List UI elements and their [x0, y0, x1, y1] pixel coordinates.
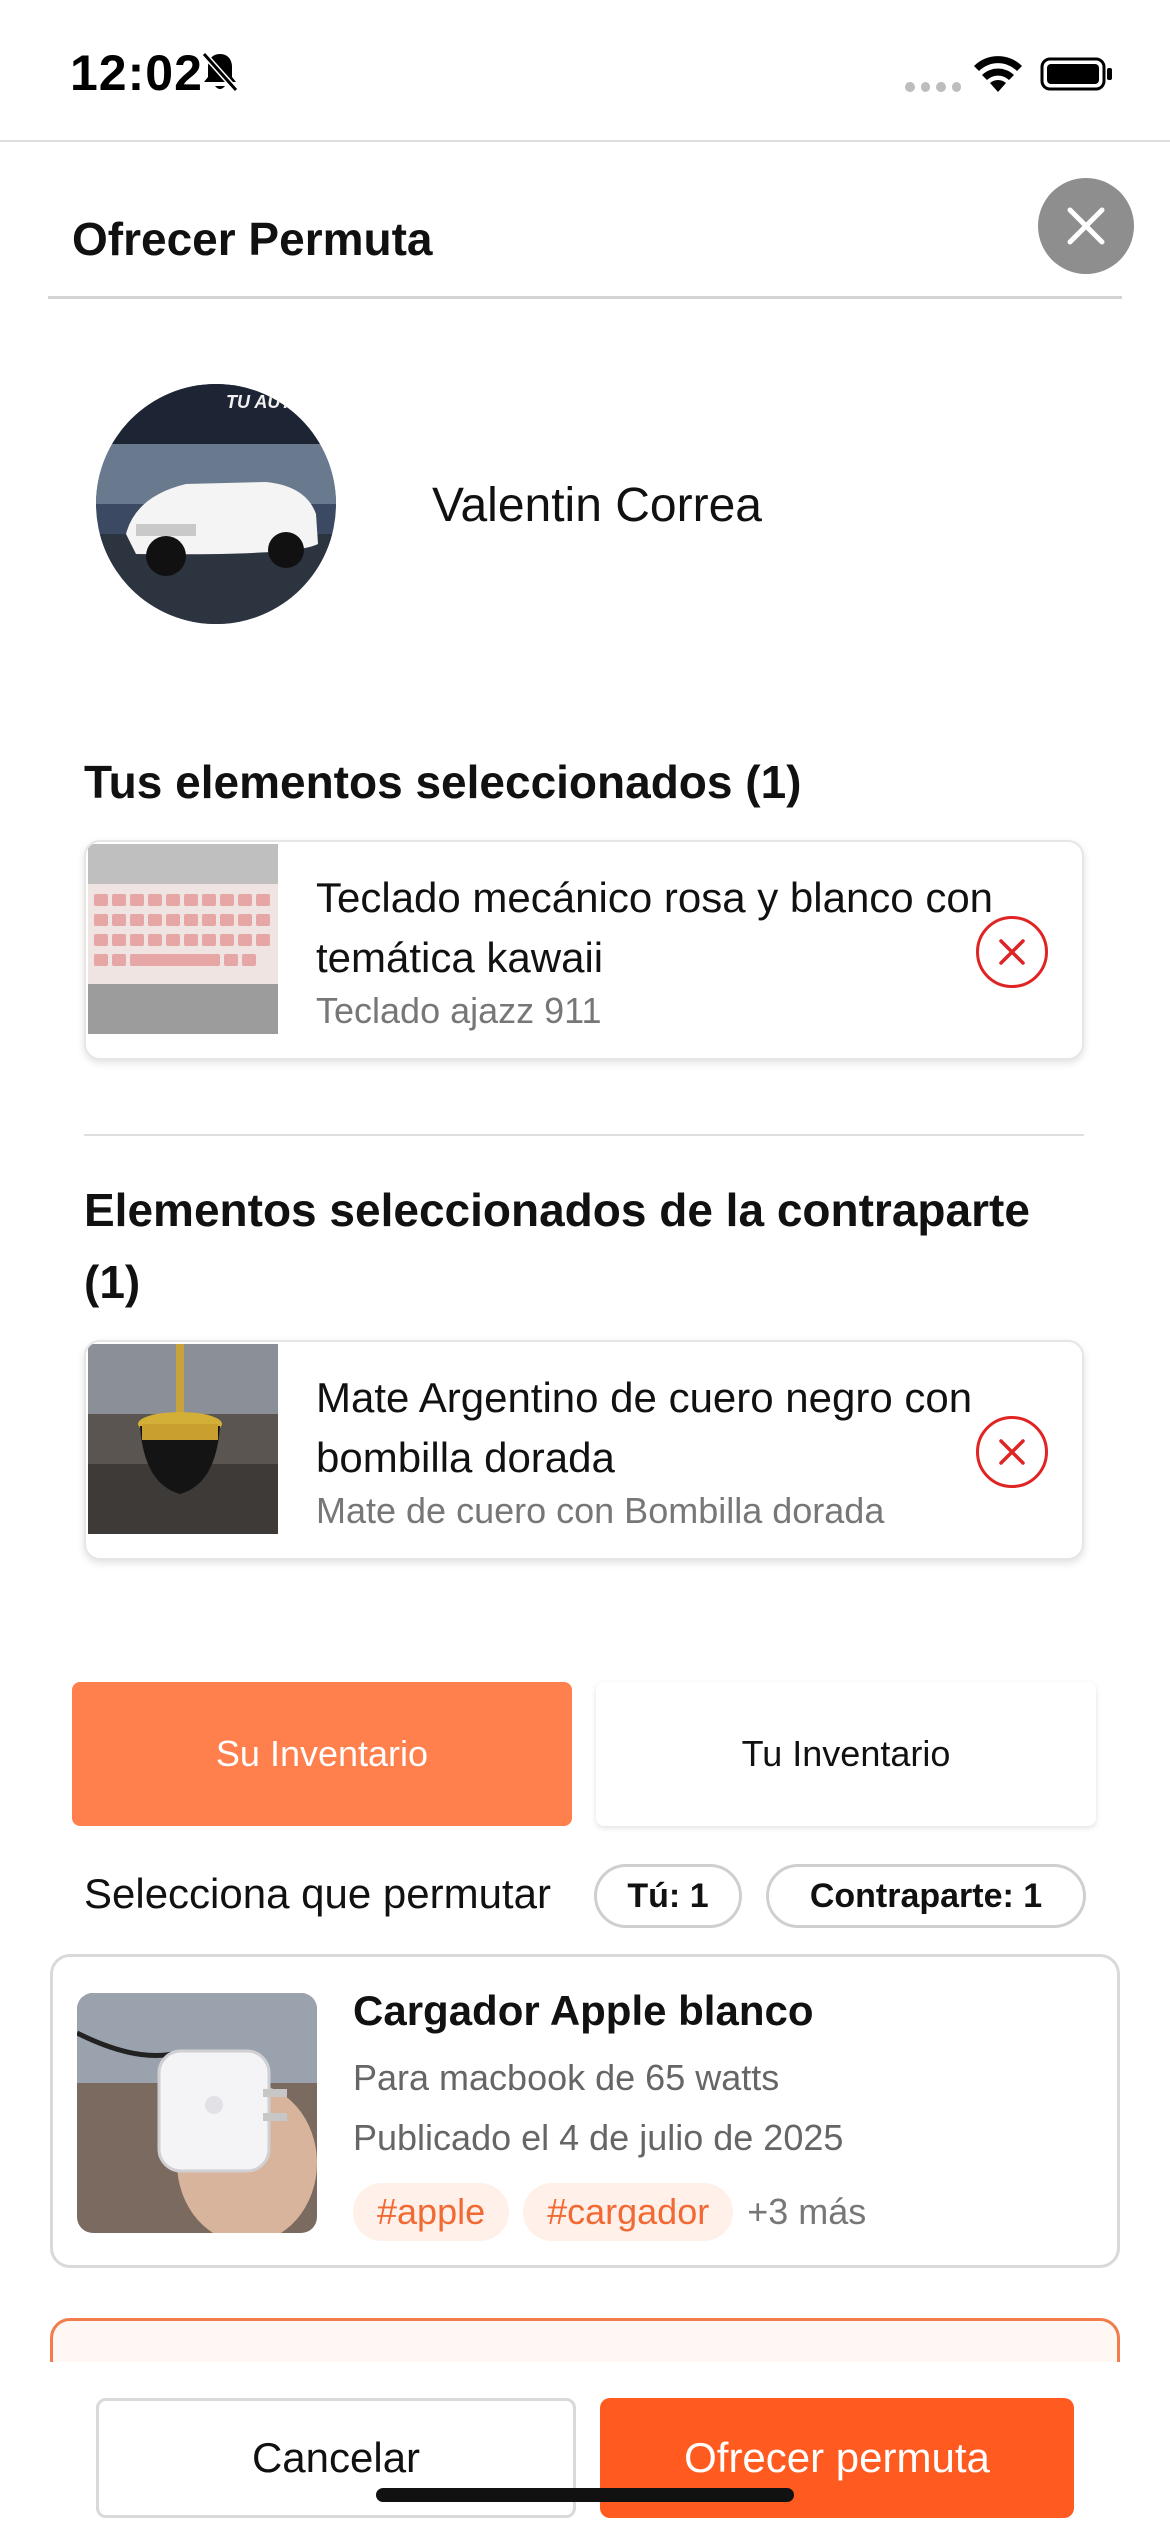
tab-their-inventory[interactable]: Su Inventario — [72, 1682, 572, 1826]
inventory-item-tags: #apple #cargador +3 más — [353, 2183, 866, 2241]
selected-item-title: Mate Argentino de cuero negro con bombil… — [316, 1374, 973, 1481]
close-button[interactable] — [1038, 178, 1134, 274]
bell-muted-icon — [201, 52, 239, 92]
charger-image — [77, 1993, 317, 2233]
avatar: TU AUTO — [96, 384, 336, 624]
battery-icon — [1040, 57, 1112, 91]
remove-item-button[interactable] — [976, 916, 1048, 988]
header-divider — [48, 296, 1122, 299]
inventory-item-card[interactable]: Cargador Apple blanco Para macbook de 65… — [50, 1954, 1120, 2268]
close-icon — [1067, 207, 1105, 245]
inventory-item-description: Para macbook de 65 watts — [353, 2057, 780, 2098]
selected-item-card[interactable]: Teclado mecánico rosa y blanco con temát… — [84, 840, 1084, 1060]
tags-more-label: +3 más — [747, 2191, 867, 2232]
inventory-item-title: Cargador Apple blanco — [353, 1987, 814, 2034]
close-circle-icon — [999, 1439, 1025, 1465]
remove-item-button[interactable] — [976, 1416, 1048, 1488]
keyboard-image — [88, 844, 278, 1034]
status-time: 12:02 — [70, 45, 203, 101]
counterpart-selected-title: Elementos seleccionados de la contrapart… — [84, 1184, 1030, 1308]
you-count-badge: Tú: 1 — [594, 1864, 742, 1928]
my-selected-title: Tus elementos seleccionados (1) — [84, 756, 802, 808]
counterpart-count-badge: Contraparte: 1 — [766, 1864, 1086, 1928]
selected-item-card[interactable]: Mate Argentino de cuero negro con bombil… — [84, 1340, 1084, 1560]
status-bar: 12:02 — [0, 0, 1170, 140]
selected-item-subtitle: Mate de cuero con Bombilla dorada — [316, 1490, 885, 1531]
inventory-item-date: Publicado el 4 de julio de 2025 — [353, 2117, 844, 2158]
profile-name: Valentin Correa — [432, 479, 762, 532]
status-divider — [0, 140, 1170, 142]
home-indicator[interactable] — [376, 2488, 794, 2502]
selected-item-subtitle: Teclado ajazz 911 — [316, 990, 602, 1031]
tag-chip: #apple — [353, 2183, 510, 2241]
tag-chip: #cargador — [523, 2183, 734, 2241]
close-circle-icon — [999, 939, 1025, 965]
modal-title: Ofrecer Permuta — [72, 213, 433, 265]
tab-your-inventory[interactable]: Tu Inventario — [596, 1682, 1096, 1826]
cellular-signal-icon — [905, 82, 961, 94]
wifi-icon — [974, 56, 1022, 92]
selection-label: Selecciona que permutar — [84, 1870, 551, 1917]
mate-image — [88, 1344, 278, 1534]
section-divider — [84, 1134, 1084, 1136]
selected-item-title: Teclado mecánico rosa y blanco con temát… — [316, 874, 994, 981]
avatar-sign-text: TU AUTO — [226, 392, 305, 412]
